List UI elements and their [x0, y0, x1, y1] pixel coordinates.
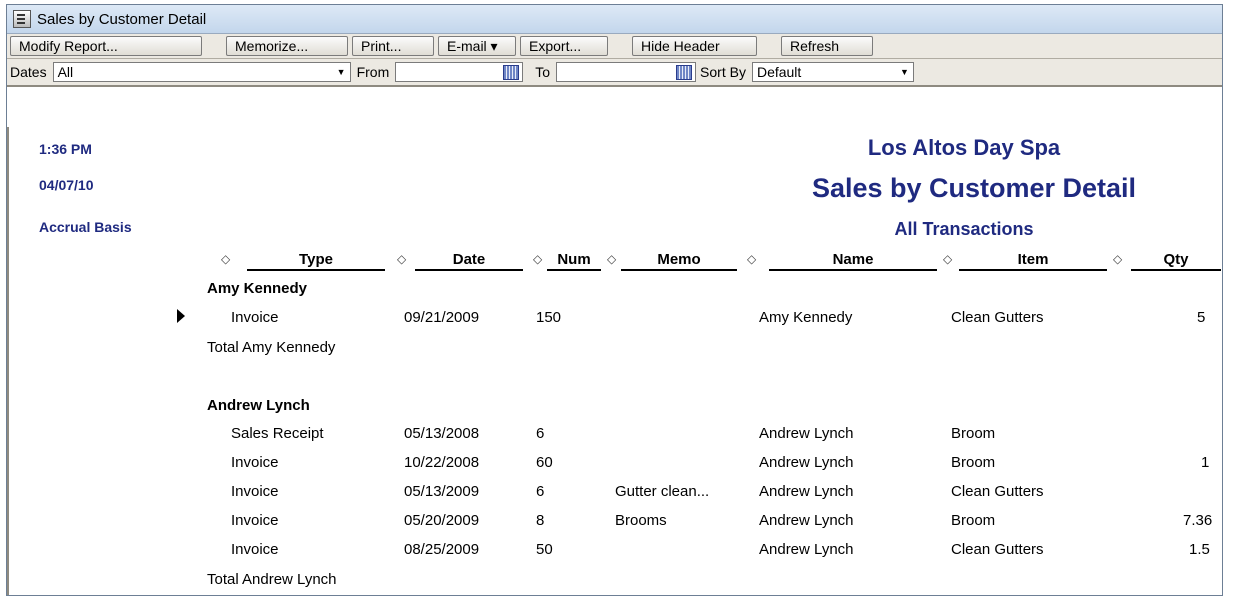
- row-item[interactable]: Broom: [951, 512, 995, 529]
- row-qty[interactable]: 7.36: [1183, 512, 1212, 529]
- report-window: Sales by Customer Detail Modify Report..…: [6, 4, 1223, 596]
- dates-label: Dates: [10, 64, 47, 80]
- row-num[interactable]: 60: [536, 454, 553, 471]
- row-date[interactable]: 10/22/2008: [404, 454, 479, 471]
- row-name[interactable]: Andrew Lynch: [759, 483, 854, 500]
- column-header-date[interactable]: Date: [415, 251, 523, 271]
- column-diamond-icon[interactable]: ◇: [1113, 252, 1122, 266]
- column-header-qty[interactable]: Qty: [1131, 251, 1221, 271]
- column-header-memo[interactable]: Memo: [621, 251, 737, 271]
- modify-report-button[interactable]: Modify Report...: [10, 36, 202, 56]
- column-header-name[interactable]: Name: [769, 251, 937, 271]
- memorize-button[interactable]: Memorize...: [226, 36, 348, 56]
- export-button[interactable]: Export...: [520, 36, 608, 56]
- row-num[interactable]: 6: [536, 483, 544, 500]
- report-date: 04/07/10: [39, 177, 94, 193]
- dates-value: All: [57, 64, 74, 80]
- print-button[interactable]: Print...: [352, 36, 434, 56]
- from-label: From: [356, 64, 390, 80]
- column-header-item[interactable]: Item: [959, 251, 1107, 271]
- row-num[interactable]: 6: [536, 425, 544, 442]
- customer-total: Total Andrew Lynch: [207, 571, 337, 588]
- column-diamond-icon[interactable]: ◇: [943, 252, 952, 266]
- from-date-input[interactable]: [395, 62, 524, 82]
- customer-group-name: Andrew Lynch: [207, 397, 310, 414]
- row-type[interactable]: Sales Receipt: [231, 425, 324, 442]
- row-name[interactable]: Andrew Lynch: [759, 454, 854, 471]
- row-qty[interactable]: 1.5: [1189, 541, 1210, 558]
- to-label: To: [535, 64, 551, 80]
- column-diamond-icon[interactable]: ◇: [533, 252, 542, 266]
- row-memo[interactable]: Gutter clean...: [615, 483, 709, 500]
- column-diamond-icon[interactable]: ◇: [397, 252, 406, 266]
- row-item[interactable]: Broom: [951, 454, 995, 471]
- row-pointer-icon: [177, 309, 185, 323]
- email-button[interactable]: E-mail ▾: [438, 36, 516, 56]
- report-basis: Accrual Basis: [39, 219, 132, 235]
- report-toolbar: Modify Report... Memorize... Print... E-…: [7, 34, 1222, 59]
- sort-by-value: Default: [756, 64, 802, 80]
- hide-header-button[interactable]: Hide Header: [632, 36, 757, 56]
- row-qty[interactable]: 5: [1197, 309, 1205, 326]
- column-diamond-icon[interactable]: ◇: [221, 252, 230, 266]
- column-header-num[interactable]: Num: [547, 251, 601, 271]
- row-type[interactable]: Invoice: [231, 483, 279, 500]
- filter-bar: Dates All ▼ From To Sort By Default ▼: [7, 59, 1222, 87]
- to-date-input[interactable]: [556, 62, 697, 82]
- report-icon: [13, 10, 31, 28]
- row-type[interactable]: Invoice: [231, 541, 279, 558]
- row-item[interactable]: Clean Gutters: [951, 309, 1044, 326]
- row-type[interactable]: Invoice: [231, 512, 279, 529]
- row-name[interactable]: Andrew Lynch: [759, 512, 854, 529]
- report-time: 1:36 PM: [39, 141, 92, 157]
- title-bar[interactable]: Sales by Customer Detail: [7, 5, 1222, 34]
- row-type[interactable]: Invoice: [231, 309, 279, 326]
- row-name[interactable]: Andrew Lynch: [759, 425, 854, 442]
- row-type[interactable]: Invoice: [231, 454, 279, 471]
- row-qty[interactable]: 1: [1201, 454, 1209, 471]
- calendar-icon[interactable]: [676, 64, 693, 80]
- customer-group-name: Amy Kennedy: [207, 280, 308, 297]
- column-diamond-icon[interactable]: ◇: [607, 252, 616, 266]
- row-date[interactable]: 09/21/2009: [404, 309, 479, 326]
- dates-select[interactable]: All ▼: [52, 62, 351, 82]
- row-num[interactable]: 8: [536, 512, 544, 529]
- sort-by-select[interactable]: Default ▼: [751, 62, 914, 82]
- row-num[interactable]: 150: [536, 309, 561, 326]
- customer-total: Total Amy Kennedy: [207, 339, 336, 356]
- column-diamond-icon[interactable]: ◇: [747, 252, 756, 266]
- row-item[interactable]: Clean Gutters: [951, 483, 1044, 500]
- calendar-icon[interactable]: [503, 64, 520, 80]
- report-subtitle: All Transactions: [894, 219, 1034, 239]
- row-date[interactable]: 08/25/2009: [404, 541, 479, 558]
- row-date[interactable]: 05/13/2009: [404, 483, 479, 500]
- company-name: Los Altos Day Spa: [867, 135, 1061, 160]
- row-date[interactable]: 05/13/2008: [404, 425, 479, 442]
- row-date[interactable]: 05/20/2009: [404, 512, 479, 529]
- column-header-type[interactable]: Type: [247, 251, 385, 271]
- dropdown-arrow-icon: ▼: [336, 67, 346, 77]
- sort-by-label: Sort By: [700, 64, 746, 80]
- dropdown-arrow-icon: ▼: [900, 67, 909, 77]
- row-item[interactable]: Clean Gutters: [951, 541, 1044, 558]
- row-name[interactable]: Amy Kennedy: [759, 309, 852, 326]
- row-num[interactable]: 50: [536, 541, 553, 558]
- window-title: Sales by Customer Detail: [37, 10, 207, 28]
- refresh-button[interactable]: Refresh: [781, 36, 873, 56]
- row-item[interactable]: Broom: [951, 425, 995, 442]
- report-body: 1:36 PM 04/07/10 Accrual Basis Los Altos…: [7, 127, 1222, 595]
- row-memo[interactable]: Brooms: [615, 512, 667, 529]
- report-title: Sales by Customer Detail: [811, 173, 1137, 203]
- row-name[interactable]: Andrew Lynch: [759, 541, 854, 558]
